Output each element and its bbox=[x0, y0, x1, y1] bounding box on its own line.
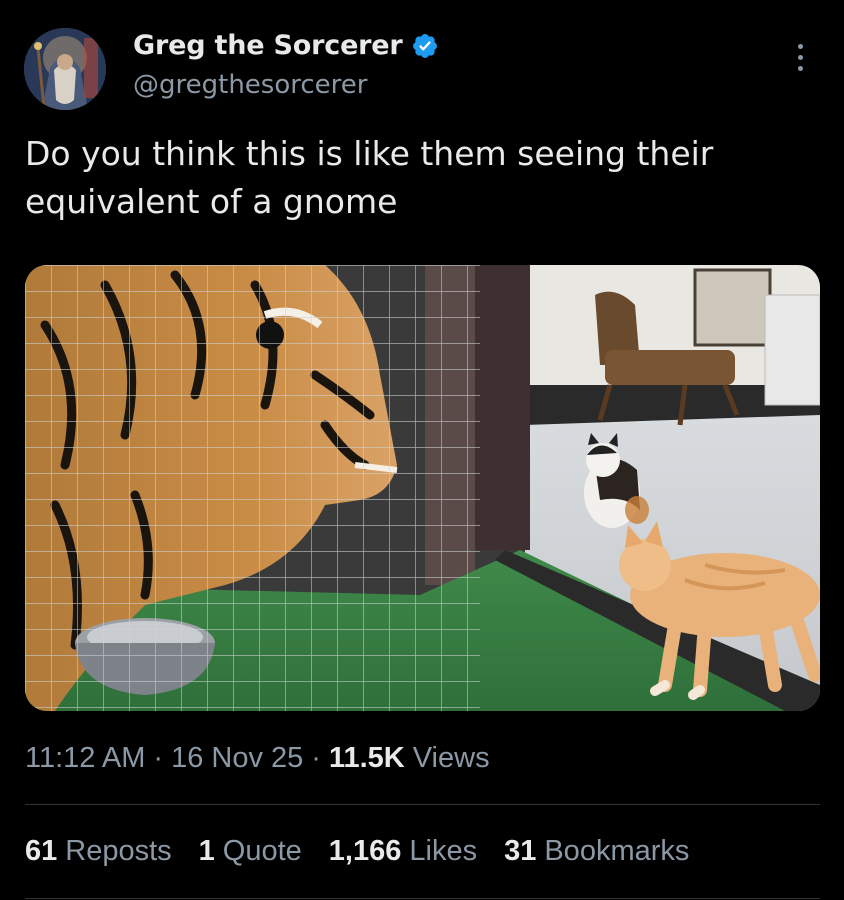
reposts-stat[interactable]: 61 Reposts bbox=[25, 835, 172, 868]
reposts-count: 61 bbox=[25, 835, 58, 867]
divider bbox=[25, 898, 820, 899]
likes-count: 1,166 bbox=[328, 835, 402, 867]
quotes-count: 1 bbox=[198, 835, 215, 867]
verified-badge-icon bbox=[412, 33, 437, 58]
tweet-date[interactable]: 16 Nov 25 bbox=[171, 742, 303, 775]
divider bbox=[25, 804, 820, 805]
avatar[interactable] bbox=[24, 28, 106, 110]
tweet-meta: 11:12 AM · 16 Nov 25 · 11.5K Views bbox=[25, 742, 490, 775]
author-name-row: Greg the Sorcerer bbox=[133, 30, 439, 61]
bookmarks-count: 31 bbox=[504, 835, 537, 867]
likes-stat[interactable]: 1,166 Likes bbox=[329, 835, 477, 868]
tweet-photo[interactable] bbox=[25, 265, 820, 711]
quotes-label: Quote bbox=[222, 835, 302, 867]
photo-tiger-and-cats-icon bbox=[25, 265, 820, 711]
author-handle[interactable]: @gregthesorcerer bbox=[133, 70, 367, 100]
likes-label: Likes bbox=[409, 835, 478, 867]
bookmarks-stat[interactable]: 31 Bookmarks bbox=[504, 835, 689, 868]
sorcerer-avatar-icon bbox=[24, 28, 106, 110]
views-label: Views bbox=[412, 742, 490, 774]
meta-separator: · bbox=[311, 742, 321, 774]
tweet-text: Do you think this is like them seeing th… bbox=[25, 134, 714, 221]
quotes-stat[interactable]: 1 Quote bbox=[199, 835, 302, 868]
engagement-stats: 61 Reposts 1 Quote 1,166 Likes 31 Bookmarks bbox=[25, 835, 716, 868]
views-count: 11.5K bbox=[328, 742, 405, 774]
bookmarks-label: Bookmarks bbox=[544, 835, 690, 867]
tweet-detail: Greg the Sorcerer @gregthesorcerer Do yo… bbox=[0, 0, 844, 900]
display-name[interactable]: Greg the Sorcerer bbox=[133, 30, 403, 61]
reposts-label: Reposts bbox=[65, 835, 172, 867]
tweet-time[interactable]: 11:12 AM bbox=[25, 742, 145, 775]
more-options-icon[interactable] bbox=[790, 44, 810, 78]
meta-separator: · bbox=[153, 742, 164, 774]
